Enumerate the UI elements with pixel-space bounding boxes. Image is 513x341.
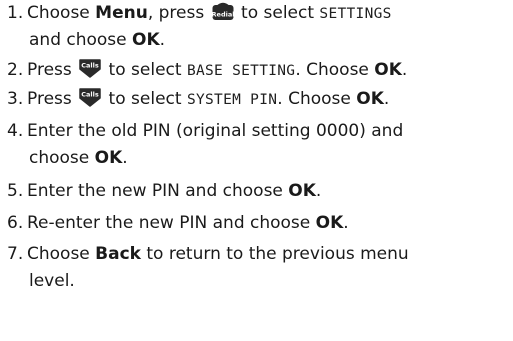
calls-down-key-icon: Calls — [79, 88, 101, 107]
step-text: Choose — [27, 244, 96, 264]
step-line: Enter the old PIN (original setting 0000… — [27, 118, 403, 145]
step-text: choose — [29, 148, 95, 168]
back-softkey-label: Back — [95, 244, 141, 264]
ok-softkey-label: OK — [356, 89, 384, 109]
step-text: . — [122, 148, 128, 168]
step-line: Press Calls to select SYSTEM PIN. Choose… — [27, 86, 389, 114]
lcd-menu-text: BASE SETTING — [186, 63, 296, 79]
step-text: Choose — [27, 3, 96, 23]
step-line: Press Calls to select BASE SETTING. Choo… — [27, 57, 407, 85]
step-line: choose OK. — [29, 145, 128, 172]
step-text: . — [401, 60, 408, 80]
step-text: . Choose — [277, 89, 357, 109]
step-line: Re-enter the new PIN and choose OK. — [27, 210, 349, 237]
step-text: Enter the new PIN and choose — [27, 181, 289, 201]
step-text: and choose — [29, 30, 133, 50]
step-line: Enter the new PIN and choose OK. — [27, 178, 321, 205]
ok-softkey-label: OK — [374, 60, 402, 80]
step-text: Press — [27, 60, 78, 80]
step-text: . — [383, 89, 390, 109]
step-number: 2. — [7, 60, 24, 80]
svg-text:Calls: Calls — [81, 91, 99, 99]
redial-key-icon: Redial — [212, 2, 234, 20]
calls-down-key-icon: Calls — [79, 59, 101, 78]
step-text: to return to the previous menu — [140, 244, 409, 264]
step-text: to select — [235, 3, 320, 23]
step-number: 5. — [7, 181, 24, 201]
step-line: level. — [29, 268, 75, 295]
step-line: and choose OK. — [29, 27, 165, 54]
step-number: 4. — [7, 121, 24, 141]
step-line: Choose Back to return to the previous me… — [27, 241, 409, 268]
svg-text:Redial: Redial — [212, 11, 234, 19]
svg-text:Calls: Calls — [81, 62, 99, 70]
step-text: to select — [103, 60, 187, 80]
lcd-menu-text: SYSTEM PIN — [186, 92, 278, 108]
ok-softkey-label: OK — [132, 30, 160, 50]
ok-softkey-label: OK — [315, 213, 344, 233]
ok-softkey-label: OK — [94, 148, 123, 168]
step-text: . — [315, 181, 322, 201]
menu-softkey-label: Menu — [95, 3, 148, 23]
step-number: 6. — [7, 213, 24, 233]
step-number: 7. — [7, 244, 24, 264]
step-text: Enter the old PIN (original setting 0000… — [27, 121, 404, 141]
step-number: 1. — [7, 3, 24, 23]
step-text: , press — [147, 3, 210, 23]
step-line: Choose Menu, press Redial to select SETT… — [27, 0, 392, 28]
step-text: . Choose — [295, 60, 375, 80]
step-text: . — [343, 213, 349, 233]
step-text: . — [159, 30, 166, 50]
ok-softkey-label: OK — [288, 181, 316, 201]
lcd-menu-text: SETTINGS — [319, 6, 392, 22]
step-text: to select — [103, 89, 187, 109]
step-text: Press — [27, 89, 78, 109]
step-number: 3. — [7, 89, 24, 109]
step-text: level. — [29, 271, 75, 291]
step-text: Re-enter the new PIN and choose — [27, 213, 316, 233]
